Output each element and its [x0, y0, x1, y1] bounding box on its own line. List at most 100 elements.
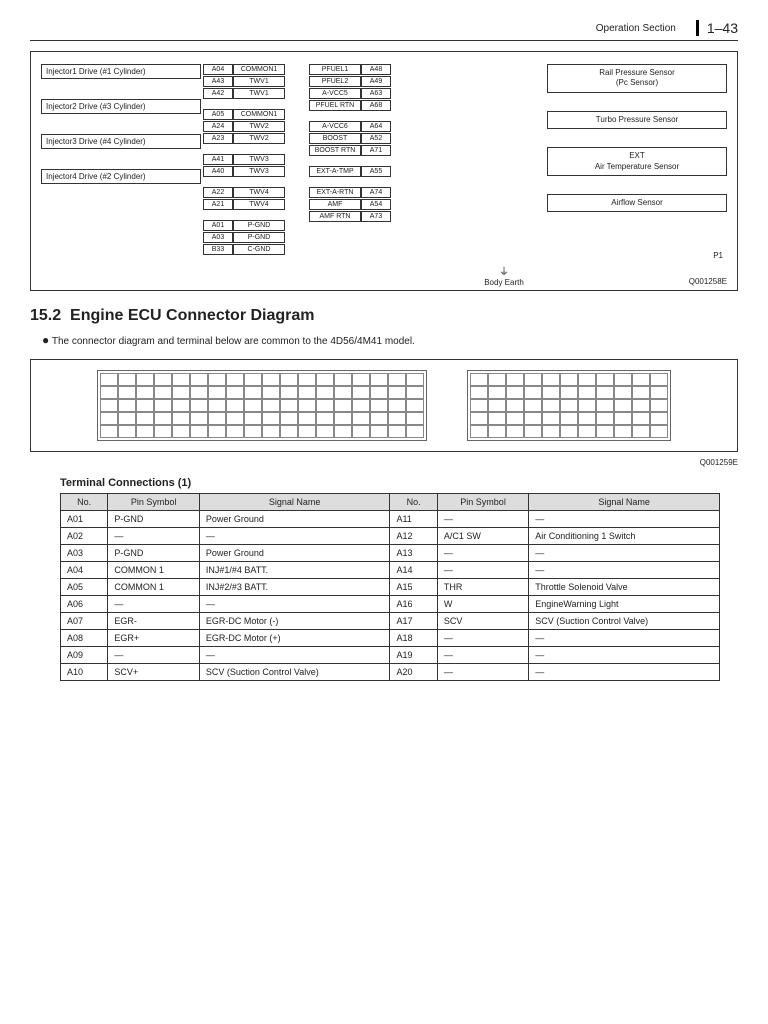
table-cell: A16	[390, 596, 437, 613]
table-row: A01P-GNDPower GroundA11——	[61, 511, 720, 528]
table-cell: —	[437, 630, 528, 647]
connector-pin	[136, 386, 154, 399]
connector-pin	[244, 399, 262, 412]
connector-pin	[578, 386, 596, 399]
table-cell: A14	[390, 562, 437, 579]
connector-pin	[280, 386, 298, 399]
connector-pin	[542, 425, 560, 438]
table-cell: A15	[390, 579, 437, 596]
connector-pin	[560, 373, 578, 386]
pin-row: A42TWV1	[203, 88, 285, 99]
injector-label: Injector3 Drive (#4 Cylinder)	[41, 134, 201, 149]
sensor-label: Turbo Pressure Sensor	[547, 111, 727, 129]
table-cell: A/C1 SW	[437, 528, 528, 545]
connector-pin	[614, 386, 632, 399]
connector-pin	[244, 412, 262, 425]
connector-pin	[370, 386, 388, 399]
page-header: Operation Section 1–43	[30, 20, 738, 41]
pin-row: PFUEL RTNA68	[309, 100, 391, 111]
connector-pin	[208, 399, 226, 412]
table-cell: EGR-DC Motor (-)	[199, 613, 390, 630]
table-cell: A01	[61, 511, 108, 528]
table-cell: —	[108, 528, 199, 545]
connector-pin	[650, 386, 668, 399]
connector-pin	[406, 386, 424, 399]
connector-pin	[560, 425, 578, 438]
table-cell: Throttle Solenoid Valve	[529, 579, 720, 596]
table-cell: —	[437, 562, 528, 579]
connector-pin	[524, 425, 542, 438]
connector-pin	[172, 399, 190, 412]
connector-pin	[470, 386, 488, 399]
connector-pin	[262, 386, 280, 399]
table-cell: SCV	[437, 613, 528, 630]
connector-pin	[560, 399, 578, 412]
connector-pin	[352, 399, 370, 412]
table-cell: A17	[390, 613, 437, 630]
table-cell: W	[437, 596, 528, 613]
connector-pin	[596, 399, 614, 412]
connector-pin	[488, 412, 506, 425]
table-cell: —	[437, 664, 528, 681]
table-cell: —	[437, 545, 528, 562]
connector-pin	[316, 399, 334, 412]
connector-pin	[524, 373, 542, 386]
table-row: A03P-GNDPower GroundA13——	[61, 545, 720, 562]
connector-pin	[154, 373, 172, 386]
connector-pin	[280, 425, 298, 438]
pin-row: AMF RTNA73	[309, 211, 391, 222]
connector-pin	[208, 386, 226, 399]
pin-row: A05COMMON1	[203, 109, 285, 120]
connector-pin	[118, 412, 136, 425]
connector-pin	[470, 399, 488, 412]
connector-pin	[334, 399, 352, 412]
connector-code: Q001259E	[30, 458, 738, 467]
injector-label: Injector1 Drive (#1 Cylinder)	[41, 64, 201, 79]
table-cell: A18	[390, 630, 437, 647]
connector-pin	[614, 425, 632, 438]
connector-pin	[262, 412, 280, 425]
pin-row: A22TWV4	[203, 187, 285, 198]
connector-pin	[578, 412, 596, 425]
connector-pin	[388, 386, 406, 399]
section-heading: 15.2 Engine ECU Connector Diagram	[30, 307, 738, 325]
pin-row: A-VCC5A63	[309, 88, 391, 99]
connector-pin	[334, 425, 352, 438]
connector-pin	[614, 412, 632, 425]
connector-pin	[190, 425, 208, 438]
pin-row: AMFA54	[309, 199, 391, 210]
connector-pin	[488, 399, 506, 412]
table-cell: —	[108, 647, 199, 664]
table-cell: Power Ground	[199, 545, 390, 562]
connector-pin	[506, 425, 524, 438]
pin-row: A21TWV4	[203, 199, 285, 210]
section-note: ● The connector diagram and terminal bel…	[42, 333, 738, 347]
connector-pin	[334, 386, 352, 399]
table-cell: A06	[61, 596, 108, 613]
connector-pin	[100, 425, 118, 438]
connector-pin	[470, 373, 488, 386]
table-cell: A11	[390, 511, 437, 528]
connector-pin	[316, 412, 334, 425]
connector-pin	[506, 386, 524, 399]
table-cell: —	[437, 511, 528, 528]
connector-pin	[614, 399, 632, 412]
connector-pin	[190, 399, 208, 412]
connector-pin	[280, 412, 298, 425]
connector-pin	[244, 386, 262, 399]
table-cell: EGR+	[108, 630, 199, 647]
connector-pin	[190, 412, 208, 425]
table-cell: A03	[61, 545, 108, 562]
table-cell: EGR-DC Motor (+)	[199, 630, 390, 647]
connector-pin	[614, 373, 632, 386]
table-cell: INJ#1/#4 BATT.	[199, 562, 390, 579]
connector-pin	[406, 373, 424, 386]
connector-pin	[352, 412, 370, 425]
table-row: A10SCV+SCV (Suction Control Valve)A20——	[61, 664, 720, 681]
connector-pin	[388, 373, 406, 386]
connector-pin	[524, 399, 542, 412]
connector-pin	[578, 373, 596, 386]
connector-pin	[172, 373, 190, 386]
pin-row: EXT-A-RTNA74	[309, 187, 391, 198]
connector-pin	[316, 386, 334, 399]
